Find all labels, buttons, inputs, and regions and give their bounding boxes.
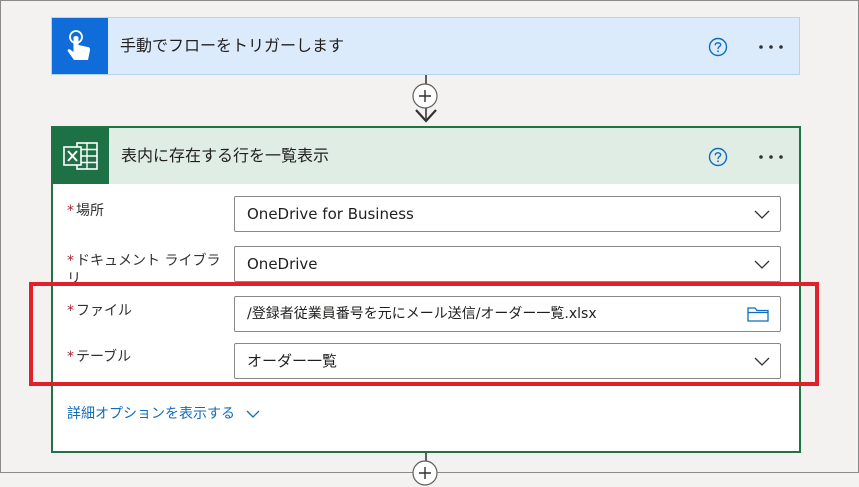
more-options-icon[interactable]: [756, 37, 786, 57]
arrow-down-icon: [415, 109, 437, 123]
folder-icon[interactable]: [746, 305, 770, 323]
field-label-document-library: * ドキュメント ライブラリ: [67, 253, 221, 287]
chevron-down-icon: [754, 357, 770, 366]
trigger-icon-box: [52, 18, 108, 74]
table-dropdown[interactable]: オーダー一覧: [234, 343, 781, 379]
field-label-table: * テーブル: [67, 349, 132, 365]
chevron-down-icon: [754, 260, 770, 269]
excel-action-card: 表内に存在する行を一覧表示 * 場所 OneDrive for Business …: [51, 126, 801, 453]
touch-hand-icon: [67, 30, 91, 60]
file-path-value: /登録者従業員番号を元にメール送信/オーダー一覧.xlsx: [247, 306, 597, 322]
document-library-dropdown[interactable]: OneDrive: [234, 246, 781, 282]
required-mark: *: [67, 203, 74, 219]
table-value: オーダー一覧: [247, 352, 338, 370]
field-label-file: * ファイル: [67, 303, 132, 319]
required-mark: *: [67, 253, 74, 269]
more-options-icon[interactable]: [756, 147, 786, 167]
excel-icon: [63, 142, 98, 170]
trigger-card[interactable]: 手動でフローをトリガーします: [51, 17, 800, 75]
required-mark: *: [67, 303, 74, 319]
action-title: 表内に存在する行を一覧表示: [121, 146, 330, 165]
add-step-button[interactable]: [411, 82, 439, 110]
trigger-title: 手動でフローをトリガーします: [120, 36, 345, 55]
show-advanced-options-link[interactable]: 詳細オプションを表示する: [67, 404, 261, 424]
location-dropdown[interactable]: OneDrive for Business: [234, 196, 781, 232]
file-path-input[interactable]: /登録者従業員番号を元にメール送信/オーダー一覧.xlsx: [234, 296, 781, 332]
required-mark: *: [67, 349, 74, 365]
advanced-options-label: 詳細オプションを表示する: [67, 406, 235, 422]
add-step-button[interactable]: [411, 459, 439, 487]
document-library-value: OneDrive: [247, 255, 318, 273]
chevron-down-icon: [754, 210, 770, 219]
location-value: OneDrive for Business: [247, 205, 414, 223]
excel-icon-box: [53, 128, 109, 184]
help-icon[interactable]: [708, 147, 728, 167]
help-icon[interactable]: [708, 37, 728, 57]
action-header[interactable]: 表内に存在する行を一覧表示: [53, 128, 799, 184]
chevron-down-icon: [246, 410, 260, 418]
field-label-location: * 場所: [67, 203, 104, 219]
